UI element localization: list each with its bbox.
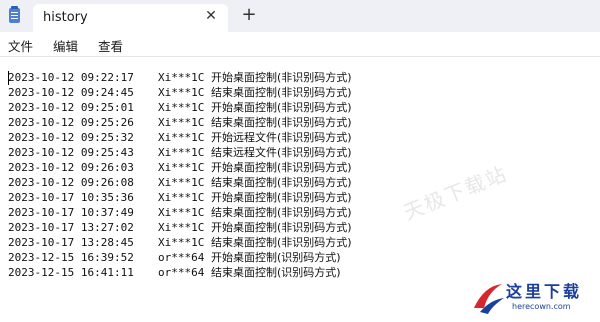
log-time: 2023-10-12 09:25:43 [8,146,134,159]
log-action: 开始桌面控制(非识别码方式) [211,161,352,174]
log-time: 2023-12-15 16:41:11 [8,266,134,279]
close-icon[interactable]: ✕ [204,9,218,23]
log-user: Xi***1C [158,176,205,189]
log-user: Xi***1C [158,236,205,249]
log-time: 2023-12-15 16:39:52 [8,251,134,264]
log-user: Xi***1C [158,116,205,129]
log-user: Xi***1C [158,101,205,114]
log-action: 结束桌面控制(非识别码方式) [211,236,352,249]
log-time: 2023-10-17 13:28:45 [8,236,134,249]
log-action: 开始桌面控制(识别码方式) [211,251,341,264]
log-user: Xi***1C [158,206,205,219]
log-time: 2023-10-12 09:25:26 [8,116,134,129]
log-time: 2023-10-12 09:22:17 [8,71,134,84]
log-action: 结束桌面控制(识别码方式) [211,266,341,279]
log-user: Xi***1C [158,131,205,144]
log-user: Xi***1C [158,71,205,84]
log-user: or***64 [158,266,205,279]
log-action: 开始桌面控制(非识别码方式) [211,71,352,84]
logo-url: herecown.com [512,302,571,311]
log-user: Xi***1C [158,191,205,204]
log-user: or***64 [158,251,205,264]
notepad-icon [9,6,20,23]
watermark-text: 天极下载站 [400,161,512,225]
log-action: 结束桌面控制(非识别码方式) [211,86,352,99]
log-user: Xi***1C [158,86,205,99]
log-time: 2023-10-12 09:25:01 [8,101,134,114]
text-caret [8,71,9,85]
log-time: 2023-10-12 09:26:08 [8,176,134,189]
log-action: 开始桌面控制(非识别码方式) [211,101,352,114]
new-tab-button[interactable]: + [241,6,257,24]
menu-file[interactable]: 文件 [8,36,33,55]
log-time: 2023-10-17 10:35:36 [8,191,134,204]
log-action: 开始桌面控制(非识别码方式) [211,191,352,204]
log-time: 2023-10-12 09:24:45 [8,86,134,99]
log-user: Xi***1C [158,146,205,159]
log-action: 结束桌面控制(非识别码方式) [211,116,352,129]
menu-bar: 文件 编辑 查看 [0,32,600,56]
logo-swoosh-icon [474,284,504,314]
watermark-logo: 这里下载 herecown.com [470,276,600,321]
logo-text: 这里下载 [506,282,583,301]
log-action: 开始远程文件(非识别码方式) [211,131,352,144]
title-bar: history ✕ + [0,0,600,32]
log-time: 2023-10-17 13:27:02 [8,221,134,234]
log-time: 2023-10-17 10:37:49 [8,206,134,219]
log-action: 开始桌面控制(非识别码方式) [211,221,352,234]
menu-edit[interactable]: 编辑 [53,36,78,55]
log-user: Xi***1C [158,221,205,234]
log-action: 结束桌面控制(非识别码方式) [211,206,352,219]
tab-title: history [43,10,88,25]
tab-history[interactable]: history ✕ [33,4,228,32]
log-time: 2023-10-12 09:26:03 [8,161,134,174]
menu-view[interactable]: 查看 [98,36,123,55]
log-time: 2023-10-12 09:25:32 [8,131,134,144]
log-action: 结束远程文件(非识别码方式) [211,146,352,159]
log-user: Xi***1C [158,161,205,174]
log-action: 结束桌面控制(非识别码方式) [211,176,352,189]
